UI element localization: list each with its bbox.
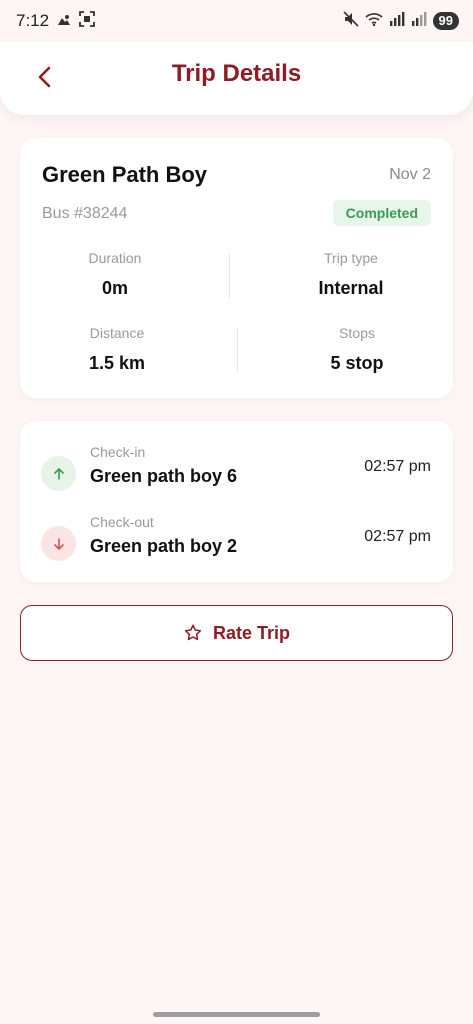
stat-stops-label: Stops [339, 325, 375, 341]
stat-stops-value: 5 stop [330, 353, 384, 373]
signal-icon [389, 11, 405, 31]
arrow-up-icon [53, 467, 64, 480]
signal-icon-2 [411, 11, 427, 31]
mute-icon [342, 10, 359, 32]
status-bar-left: 7:12 [16, 10, 95, 32]
status-badge: Completed [332, 200, 431, 226]
status-bar: 7:12 99 [0, 0, 473, 42]
stat-divider [229, 254, 230, 298]
star-outline-icon [184, 624, 202, 641]
weather-icon [57, 11, 71, 31]
checkpoints-card: Check-in Green path boy 6 02:57 pm Check… [20, 421, 453, 582]
stat-trip-type-value: Internal [318, 278, 384, 298]
page-title: Trip Details [171, 60, 302, 87]
checkout-row: Check-out Green path boy 2 02:57 pm [20, 514, 453, 574]
wifi-icon [364, 11, 383, 31]
stat-stops: Stops 5 stop [262, 325, 452, 374]
stat-trip-type: Trip type Internal [256, 250, 446, 299]
stat-divider [237, 328, 238, 372]
rate-trip-label: Rate Trip [212, 622, 291, 643]
checkin-icon-badge [41, 456, 76, 491]
bus-number: Bus #38244 [42, 205, 128, 222]
checkin-stop-name: Green path boy 6 [90, 466, 238, 486]
status-time: 7:12 [16, 11, 50, 30]
checkout-stop-name: Green path boy 2 [90, 536, 238, 556]
stat-distance-value: 1.5 km [88, 353, 146, 373]
trip-date: Nov 2 [389, 166, 431, 183]
checkin-label: Check-in [90, 444, 146, 460]
checkin-time: 02:57 pm [364, 458, 431, 475]
checkout-label: Check-out [90, 514, 154, 530]
stat-duration: Duration 0m [20, 250, 210, 299]
home-indicator[interactable] [153, 1012, 320, 1017]
app-header: Trip Details [0, 42, 473, 115]
stat-trip-type-label: Trip type [324, 250, 378, 266]
stat-distance: Distance 1.5 km [22, 325, 212, 374]
rate-trip-button[interactable]: Rate Trip [20, 605, 453, 661]
arrow-down-icon [53, 537, 64, 550]
stat-duration-value: 0m [101, 278, 128, 298]
checkin-row: Check-in Green path boy 6 02:57 pm [20, 444, 453, 504]
screenshot-icon [79, 10, 95, 32]
checkout-time: 02:57 pm [364, 528, 431, 545]
status-bar-right: 99 [342, 10, 459, 32]
checkout-icon-badge [41, 526, 76, 561]
trip-summary-card: Green Path Boy Nov 2 Bus #38244 Complete… [20, 138, 453, 398]
trip-name: Green Path Boy [42, 162, 208, 187]
stat-duration-label: Duration [88, 250, 142, 266]
stat-distance-label: Distance [89, 325, 145, 341]
battery-indicator: 99 [432, 12, 459, 30]
